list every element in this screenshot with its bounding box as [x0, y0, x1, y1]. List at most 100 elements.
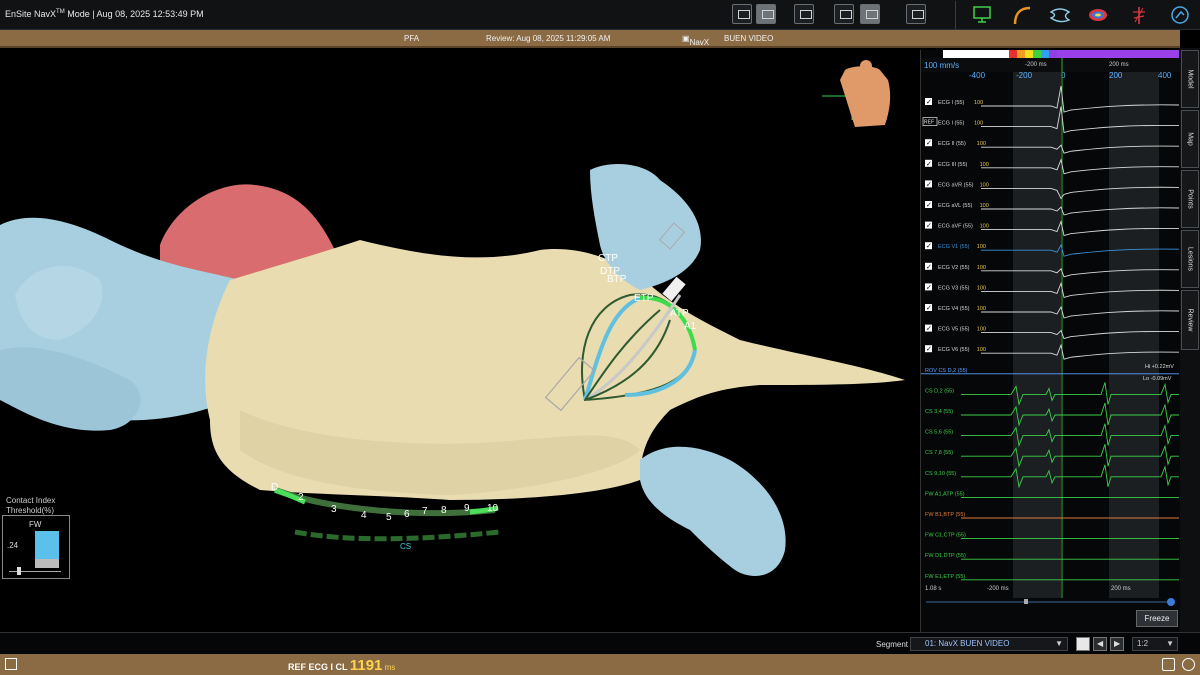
lo-threshold-label: Lo -0.09mV — [1143, 376, 1172, 382]
freeze-button[interactable]: Freeze — [1136, 610, 1178, 627]
layout-icon[interactable] — [860, 4, 880, 24]
chevron-down-icon: ▼ — [1055, 639, 1063, 648]
contact-slider-handle[interactable] — [17, 567, 21, 575]
check-icon: ✓ — [926, 180, 932, 188]
review-bar: PFA Review: Aug 08, 2025 11:29:05 AM ▣ N… — [0, 30, 1180, 48]
contact-catheter-label: FW — [29, 520, 42, 529]
contact-gauge-track — [35, 531, 59, 568]
channel-label: CS D,2 (55) — [925, 388, 954, 394]
color-scale-segment — [1009, 50, 1017, 58]
ablation-icon[interactable] — [1127, 4, 1151, 26]
channel-label: FW A1,ATP (55) — [925, 491, 965, 497]
channel-gain: 100 — [980, 182, 989, 188]
tab-points[interactable]: Points — [1181, 170, 1199, 228]
check-icon: ✓ — [926, 345, 932, 353]
review-timestamp: Review: Aug 08, 2025 11:29:05 AM — [486, 34, 611, 43]
cs-label-d: D — [271, 482, 278, 493]
color-scale-segment — [1025, 50, 1033, 58]
model-icon[interactable] — [1086, 4, 1110, 26]
timeline-marker — [1024, 599, 1028, 604]
chevron-down-icon: ▼ — [1166, 639, 1174, 648]
check-icon: ✓ — [926, 98, 932, 106]
color-scale-segment — [1033, 50, 1041, 58]
ecg-traces[interactable]: 100 mm/s-400 -200 0 200 400-200 ms 200 ms✓ ECG… — [921, 50, 1180, 632]
keyboard-icon[interactable] — [1162, 658, 1175, 671]
channel-label: ECG I (55) — [938, 121, 964, 127]
segment-label: Segment — [876, 640, 909, 649]
window-icon[interactable] — [5, 658, 17, 670]
ecg-scale-bar — [921, 58, 1180, 72]
channel-label: ECG V5 (55) — [938, 327, 970, 333]
channel-label: FW D1,DTP (55) — [925, 553, 966, 559]
channel-label: CS 7,8 (55) — [925, 450, 953, 456]
time-scale-label: -200 — [1016, 71, 1033, 80]
mode-label: PFA — [404, 34, 420, 43]
check-icon: ✓ — [926, 263, 932, 271]
electrode-label-a1: A1 — [684, 321, 697, 332]
side-tab-strip: Model Map Points Lesions Review — [1180, 48, 1200, 632]
channel-label: CS 5,6 (55) — [925, 430, 953, 436]
contact-index-widget[interactable]: FW .24 — [2, 515, 70, 579]
channel-gain: 100 — [977, 327, 986, 333]
window-right-label: 200 ms — [1109, 62, 1129, 68]
ecg-waveform-panel[interactable]: 100 mm/s -400 -200 0 200 400 -200 ms 200 ms ✓ ECG… — [920, 50, 1180, 632]
channel-label: ECG II (55) — [938, 141, 966, 147]
time-scale-label: 400 — [1158, 71, 1172, 80]
stop-button[interactable] — [1076, 637, 1090, 651]
monitor-icon[interactable] — [970, 4, 994, 26]
tab-review[interactable]: Review — [1181, 290, 1199, 350]
cs-label-4: 4 — [361, 510, 367, 521]
anatomy-model[interactable]: CTP DTP BTP ETP ATP A1 D 2 3 4 5 6 7 8 9… — [0, 50, 918, 632]
check-icon: ✓ — [926, 304, 932, 312]
check-icon: ✓ — [926, 201, 932, 209]
step-back-button[interactable]: ◀ — [1093, 637, 1107, 651]
cs-label-2: 2 — [298, 492, 304, 503]
timeline-right-label: 200 ms — [1111, 586, 1131, 592]
check-icon: ✓ — [926, 160, 932, 168]
contact-threshold-value: .24 — [7, 541, 19, 550]
cs-label-10: 10 — [487, 503, 499, 514]
screen-capture-icon[interactable] — [756, 4, 776, 24]
check-icon: ✓ — [926, 283, 932, 291]
settings-icon[interactable] — [906, 4, 926, 24]
help-icon[interactable] — [1168, 4, 1192, 26]
electrode-label-ctp: CTP — [598, 253, 618, 264]
torso-orientation-icon[interactable] — [822, 60, 891, 127]
channel-label: FW B1,BTP (55) — [925, 512, 965, 518]
tab-lesions[interactable]: Lesions — [1181, 230, 1199, 288]
toolbar-left-group — [732, 4, 932, 26]
split-view-icon[interactable] — [834, 4, 854, 24]
hi-threshold-label: Hi +0.22mV — [1145, 364, 1174, 370]
map-icon[interactable] — [1048, 4, 1072, 26]
channel-gain: 100 — [977, 244, 986, 250]
check-icon: ✓ — [926, 222, 932, 230]
time-scale-label: 200 — [1109, 71, 1123, 80]
3d-map-viewport[interactable]: CTP DTP BTP ETP ATP A1 D 2 3 4 5 6 7 8 9… — [0, 50, 918, 632]
time-scale-label: -400 — [969, 71, 986, 80]
playback-ratio-select[interactable]: 1:2 ▼ — [1132, 637, 1178, 651]
user-icon[interactable] — [1182, 658, 1195, 671]
channel-label: ECG V1 (55) — [938, 244, 970, 250]
check-icon: ✓ — [926, 325, 932, 333]
segment-select[interactable]: 01: NavX BUEN VIDEO ▼ — [910, 637, 1068, 651]
channel-label: ECG aVL (55) — [938, 203, 973, 209]
electrode-label-btp: BTP — [607, 274, 627, 285]
cs-label-9: 9 — [464, 503, 470, 514]
study-name: BUEN VIDEO — [724, 34, 774, 43]
catheter-icon[interactable] — [1010, 4, 1034, 26]
record-icon[interactable] — [794, 4, 814, 24]
channel-gain: 100 — [980, 203, 989, 209]
contact-gauge-fill — [35, 531, 59, 559]
step-forward-button[interactable]: ▶ — [1110, 637, 1124, 651]
tab-map[interactable]: Map — [1181, 110, 1199, 168]
channel-label: ECG V3 (55) — [938, 285, 970, 291]
check-icon: ✓ — [926, 139, 932, 147]
electrode-label-atp: ATP — [670, 308, 689, 319]
tab-model[interactable]: Model — [1181, 50, 1199, 108]
camera-icon[interactable] — [732, 4, 752, 24]
channel-gain: 100 — [974, 121, 983, 127]
channel-gain: 100 — [977, 265, 986, 271]
channel-gain: 100 — [977, 347, 986, 353]
channel-gain: 100 — [977, 141, 986, 147]
review-window-right — [1109, 58, 1159, 598]
